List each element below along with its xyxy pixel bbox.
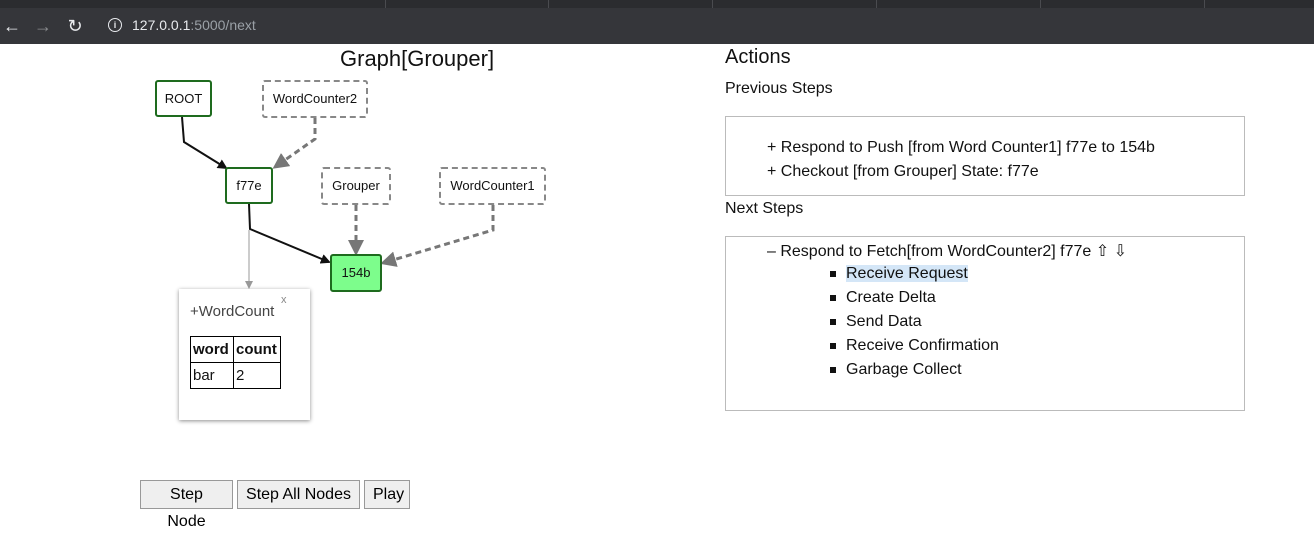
word-count-table: word count bar 2: [190, 336, 281, 389]
popup-title: +WordCount: [190, 303, 275, 320]
node-f77e[interactable]: f77e: [225, 167, 273, 204]
forward-icon[interactable]: →: [32, 15, 54, 37]
bullet-icon: [830, 295, 836, 301]
reload-icon[interactable]: ↻: [64, 15, 86, 37]
cell-word: bar: [190, 362, 234, 389]
substep-label-highlighted: Receive Request: [846, 265, 968, 282]
next-steps-label: Next Steps: [725, 200, 804, 217]
previous-step-item[interactable]: + Checkout [from Grouper] State: f77e: [767, 163, 1039, 181]
edge-root-f77e: [181, 116, 228, 170]
column-header-count: count: [233, 336, 281, 363]
tab-divider: [712, 0, 713, 8]
browser-toolbar: ← → ↻ i 127.0.0.1:5000/next: [0, 8, 1314, 44]
table-row: bar 2: [190, 362, 281, 389]
node-154b[interactable]: 154b: [330, 254, 382, 292]
next-substep-item[interactable]: Garbage Collect: [846, 361, 962, 379]
reorder-arrows-icon[interactable]: ⇧ ⇩: [1096, 243, 1127, 260]
node-grouper[interactable]: Grouper: [321, 167, 391, 205]
browser-tab-strip: [0, 0, 1314, 8]
column-header-word: word: [190, 336, 234, 363]
step-node-button[interactable]: Step Node: [140, 480, 233, 530]
tab-divider: [548, 0, 549, 8]
node-state-popup: +WordCount x word count bar 2: [179, 289, 310, 420]
url-text[interactable]: 127.0.0.1:5000/next: [132, 17, 256, 33]
node-wordcounter1[interactable]: WordCounter1: [439, 167, 546, 205]
edge-wordcounter1-154b: [380, 205, 495, 267]
bullet-icon: [830, 319, 836, 325]
next-substep-item[interactable]: Create Delta: [846, 289, 936, 307]
next-steps-panel: – Respond to Fetch[from WordCounter2] f7…: [725, 236, 1245, 411]
back-icon[interactable]: ←: [1, 15, 23, 37]
tab-divider: [876, 0, 877, 8]
url-host: 127.0.0.1: [132, 17, 191, 33]
info-icon[interactable]: i: [108, 18, 122, 32]
previous-steps-label: Previous Steps: [725, 80, 833, 97]
tab-divider: [385, 0, 386, 8]
next-step-header[interactable]: – Respond to Fetch[from WordCounter2] f7…: [767, 241, 1127, 261]
next-substep-item[interactable]: Receive Confirmation: [846, 337, 999, 355]
tab-divider: [1040, 0, 1041, 8]
next-substep-item[interactable]: Receive Request: [846, 265, 968, 283]
address-bar[interactable]: i 127.0.0.1:5000/next: [100, 14, 1314, 38]
url-path: :5000/next: [190, 17, 256, 33]
edge-f77e-154b: [248, 203, 331, 264]
node-wordcounter2[interactable]: WordCounter2: [262, 80, 368, 118]
step-all-nodes-button[interactable]: Step All Nodes: [237, 480, 360, 509]
tab-divider: [1204, 0, 1205, 8]
previous-step-item[interactable]: + Respond to Push [from Word Counter1] f…: [767, 139, 1155, 157]
next-substep-item[interactable]: Send Data: [846, 313, 922, 331]
play-button[interactable]: Play: [364, 480, 410, 509]
bullet-icon: [830, 343, 836, 349]
edge-wordcounter2-f77e: [272, 118, 317, 169]
bullet-icon: [830, 271, 836, 277]
node-root[interactable]: ROOT: [155, 80, 212, 117]
next-step-header-text: – Respond to Fetch[from WordCounter2] f7…: [767, 243, 1092, 260]
close-icon[interactable]: x: [281, 294, 287, 306]
cell-count: 2: [233, 362, 281, 389]
bullet-icon: [830, 367, 836, 373]
table-header-row: word count: [190, 336, 281, 363]
actions-title: Actions: [725, 46, 791, 68]
previous-steps-panel: + Respond to Push [from Word Counter1] f…: [725, 116, 1245, 196]
